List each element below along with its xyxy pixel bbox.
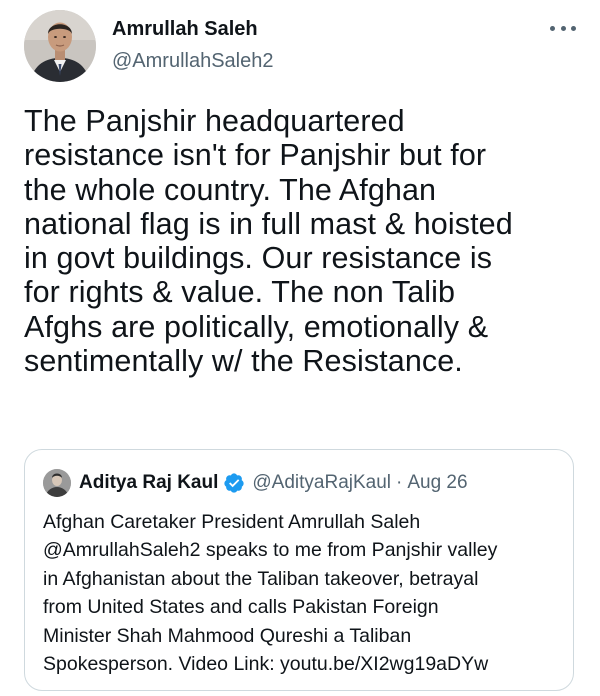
quoted-tweet-line: Spokesperson. Video Link: youtu.be/XI2wg… xyxy=(43,653,489,676)
tweet-header: Amrullah Saleh @AmrullahSaleh2 xyxy=(24,10,576,84)
quoted-author-display-name[interactable]: Aditya Raj Kaul xyxy=(79,472,218,494)
tweet-text: The Panjshir headquartered resistance is… xyxy=(24,104,584,378)
verified-badge-icon xyxy=(224,473,244,493)
author-handle[interactable]: @AmrullahSaleh2 xyxy=(112,48,274,74)
separator-dot: · xyxy=(396,472,403,493)
tweet-line: in govt buildings. Our resistance is xyxy=(24,241,493,276)
quoted-author-avatar[interactable] xyxy=(43,469,71,497)
quoted-tweet-text: Afghan Caretaker President Amrullah Sale… xyxy=(43,508,563,678)
tweet-line: sentimentally w/ the Resistance. xyxy=(24,344,463,379)
tweet-line: resistance isn't for Panjshir but for xyxy=(24,138,487,173)
quoted-tweet-line: from United States and calls Pakistan Fo… xyxy=(43,596,439,619)
tweet: Amrullah Saleh @AmrullahSaleh2 The Panjs… xyxy=(0,0,600,696)
author-display-name[interactable]: Amrullah Saleh xyxy=(112,16,274,42)
quoted-author-handle[interactable]: @AdityaRajKaul xyxy=(252,472,391,494)
quoted-tweet-card[interactable]: Aditya Raj Kaul @AdityaRajKaul · Aug 26 … xyxy=(24,449,574,691)
tweet-line: the whole country. The Afghan xyxy=(24,172,437,207)
author-avatar[interactable] xyxy=(24,10,96,82)
quoted-tweet-line: @AmrullahSaleh2 speaks to me from Panjsh… xyxy=(43,539,498,562)
tweet-line: national flag is in full mast & hoisted xyxy=(24,206,513,241)
tweet-line: Afghs are politically, emotionally & xyxy=(24,309,489,344)
more-horizontal-icon[interactable] xyxy=(550,24,576,32)
quoted-tweet-line: Minister Shah Mahmood Qureshi a Taliban xyxy=(43,624,412,647)
quoted-tweet-line: in Afghanistan about the Taliban takeove… xyxy=(43,567,479,590)
tweet-line: The Panjshir headquartered xyxy=(24,104,405,138)
author-name-block: Amrullah Saleh @AmrullahSaleh2 xyxy=(112,16,274,74)
quoted-tweet-date[interactable]: Aug 26 xyxy=(407,472,467,494)
quoted-tweet-line: Afghan Caretaker President Amrullah Sale… xyxy=(43,511,421,533)
tweet-line: for rights & value. The non Talib xyxy=(24,275,456,310)
quoted-tweet-header: Aditya Raj Kaul @AdityaRajKaul · Aug 26 xyxy=(43,468,468,498)
